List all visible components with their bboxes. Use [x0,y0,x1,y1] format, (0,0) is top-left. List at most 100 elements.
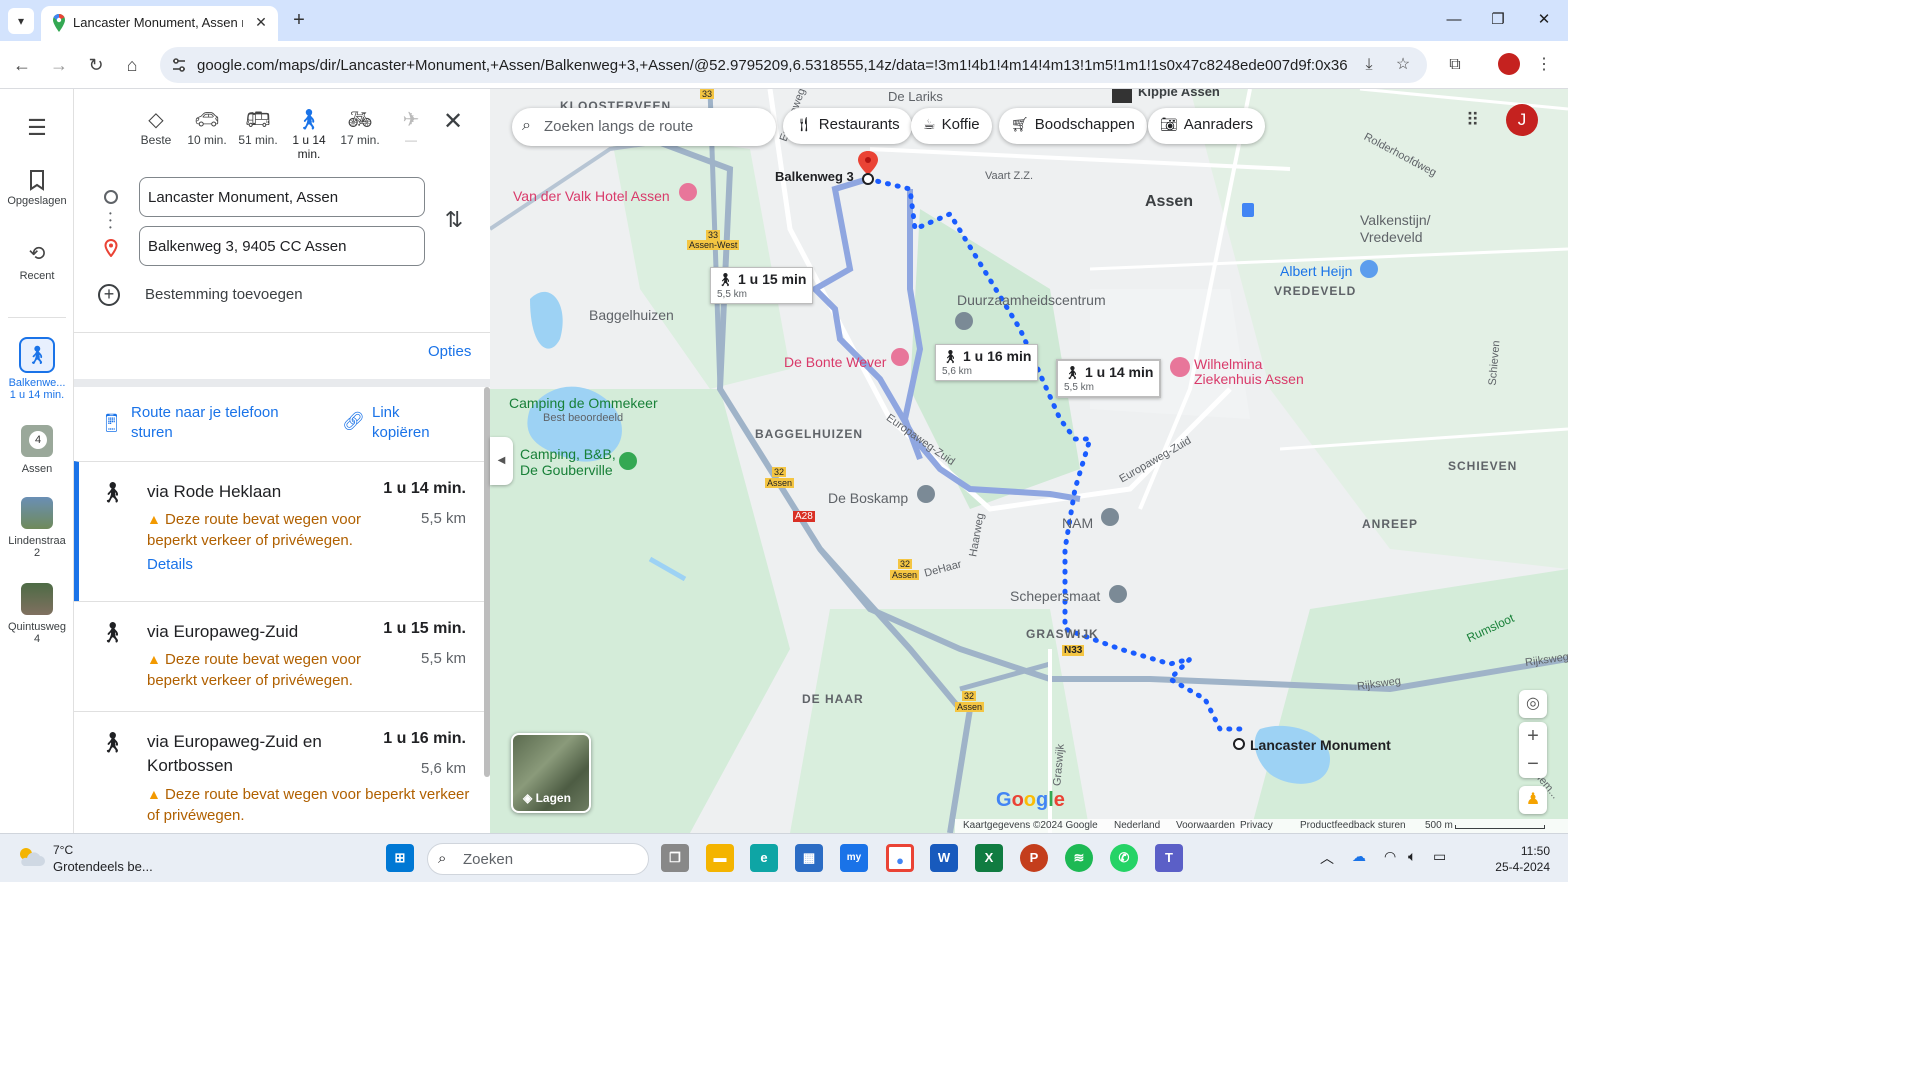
collapse-panel-button[interactable]: ◀ [490,437,513,485]
origin-input[interactable] [139,177,425,217]
back-icon[interactable]: ← [10,53,34,77]
add-circle-icon: + [98,284,120,306]
account-avatar[interactable]: J [1506,104,1538,136]
teams-icon[interactable]: T [1155,844,1183,872]
recent-button[interactable]: ⟲ Recent [0,241,74,282]
map-canvas[interactable]: KLOOSTERVEEN De Lariks Kipple Assen Balk… [490,89,1568,833]
restore-icon[interactable]: ❐ [1478,8,1518,32]
route-tooltip[interactable]: 🚶︎ 1 u 16 min 5,6 km [935,344,1039,381]
reload-icon[interactable]: ↻ [84,53,108,77]
airplane-icon: ✈ [402,109,420,131]
mode-walk[interactable]: 🚶︎ 1 u 14 min. [283,104,335,161]
route-details-link[interactable]: Details [147,556,193,573]
route-option[interactable]: 🚶︎ via Rode Heklaan 1 u 14 min. 5,5 km ▲… [74,461,484,601]
region-link[interactable]: Nederland [1114,820,1160,831]
google-apps-icon[interactable]: ⠿ [1466,110,1486,130]
chip-aanraders[interactable]: 📷︎ Aanraders [1148,108,1265,144]
layers-button[interactable]: ◈ Lagen [511,733,591,813]
add-destination-button[interactable]: + Bestemming toevoegen [98,284,303,306]
rail-recent-quintusweg[interactable]: Quintusweg 4 [0,583,74,645]
walking-icon: 🚶︎ [100,732,126,754]
mode-transit[interactable]: 🚌︎ 51 min. [232,107,284,147]
map-label-de-haar: DE HAAR [802,692,864,706]
feedback-link[interactable]: Productfeedback sturen [1300,820,1406,831]
scale-label[interactable]: 500 m [1425,820,1453,831]
chrome-menu-icon[interactable]: ⋮ [1532,53,1556,77]
mylp-icon[interactable]: my [840,844,868,872]
minimize-icon[interactable]: — [1434,8,1474,32]
mode-bike[interactable]: 🚲︎ 17 min. [334,107,386,147]
walking-icon: 🚶︎ [100,482,126,504]
search-along-route[interactable]: ⌕ Zoeken langs de route [512,108,776,146]
window-close-icon[interactable]: ✕ [1524,8,1564,32]
route-tooltip-selected[interactable]: 🚶︎ 1 u 14 min 5,5 km [1056,359,1162,398]
show-hidden-icons[interactable]: ︿ [1320,848,1334,868]
my-location-icon[interactable]: ◎ [1519,690,1547,718]
site-info-icon[interactable] [170,56,188,74]
chip-restaurants[interactable]: 🍴︎ Restaurants [783,108,912,144]
menu-icon[interactable]: ☰ [0,115,74,145]
spotify-icon[interactable]: ≋ [1065,844,1093,872]
scale-bar [1455,825,1545,829]
mode-best[interactable]: ◇ Beste [130,107,182,147]
tab-close-icon[interactable]: ✕ [251,12,271,32]
rail-recent-assen[interactable]: 4 Assen [0,425,74,475]
address-bar[interactable]: google.com/maps/dir/Lancaster+Monument,+… [160,47,1427,83]
map-label-duurzaamheidscentrum: Duurzaamheidscentrum [957,292,1106,308]
task-view-icon[interactable]: ❐ [661,844,689,872]
options-link[interactable]: Opties [428,343,471,360]
excel-icon[interactable]: X [975,844,1003,872]
copy-link-button[interactable]: Link kopiëren [372,403,430,443]
send-to-phone-button[interactable]: Route naar je telefoon sturen [131,403,279,443]
destination-input[interactable] [139,226,425,266]
terms-link[interactable]: Voorwaarden [1176,820,1235,831]
new-tab-icon[interactable]: + [288,9,310,31]
chrome-icon[interactable]: ● [886,844,914,872]
route-tooltip[interactable]: 🚶︎ 1 u 15 min 5,5 km [710,267,814,304]
saved-button[interactable]: Opgeslagen [0,169,74,207]
search-icon: ⌕ [522,117,531,134]
edge-icon[interactable]: e [750,844,778,872]
chip-koffie[interactable]: ☕︎ Koffie [911,108,992,144]
battery-icon[interactable]: ▭ [1433,848,1446,865]
rail-recent-lindenstraat[interactable]: Lindenstraa 2 [0,497,74,559]
whatsapp-icon[interactable]: ✆ [1110,844,1138,872]
fork-knife-icon: 🍴︎ [795,116,813,132]
zoom-out-icon[interactable]: − [1519,750,1547,778]
profile-avatar[interactable] [1498,53,1520,75]
store-icon[interactable]: ▦ [795,844,823,872]
wifi-icon[interactable]: ◠ [1384,848,1396,865]
extensions-icon[interactable]: ⧉ [1443,53,1467,77]
forward-icon[interactable]: → [47,53,71,77]
word-icon[interactable]: W [930,844,958,872]
swap-waypoints-icon[interactable]: ⇅ [442,207,466,235]
pegman-icon[interactable]: ♟ [1519,786,1547,814]
privacy-link[interactable]: Privacy [1240,820,1273,831]
taskbar-clock[interactable]: 11:50 25-4-2024 [1490,843,1550,875]
home-icon[interactable]: ⌂ [120,53,144,77]
route-distance: 5,6 km [420,760,466,777]
map-label-nam: NAM [1062,515,1094,531]
mode-flight[interactable]: ✈ — [385,107,437,147]
cloud-sun-icon [20,848,45,866]
onedrive-icon[interactable]: ☁ [1352,848,1366,865]
volume-icon[interactable]: 🔈︎ [1408,848,1416,865]
powerpoint-icon[interactable]: P [1020,844,1048,872]
start-button[interactable]: ⊞ [386,844,414,872]
tab-search-menu-button[interactable]: ▾ [8,8,34,34]
close-directions-icon[interactable]: ✕ [440,109,466,135]
route-option[interactable]: 🚶︎ via Europaweg-Zuid 1 u 15 min. 5,5 km… [74,601,484,711]
active-tab[interactable]: Lancaster Monument, Assen naar Balkenweg… [41,6,278,41]
zoom-in-icon[interactable]: + [1519,722,1547,750]
mode-car[interactable]: 🚗︎ 10 min. [181,107,233,147]
bookmark-star-icon[interactable]: ☆ [1393,55,1413,75]
route-option[interactable]: 🚶︎ via Europaweg-Zuid en Kortbossen 1 u … [74,711,484,833]
weather-temperature[interactable]: 7°C [53,843,73,857]
taskbar-search[interactable]: ⌕ Zoeken [427,843,649,875]
road-shield-n33: N33 [1062,645,1085,656]
rail-active-directions[interactable]: 🚶︎ Balkenwe... 1 u 14 min. [0,337,74,401]
file-explorer-icon[interactable]: ▬ [706,844,734,872]
chip-boodschappen[interactable]: 🛒︎ Boodschappen [999,108,1147,144]
weather-description[interactable]: Grotendeels be... [53,859,153,874]
install-app-icon[interactable]: ⤓ [1359,55,1379,75]
